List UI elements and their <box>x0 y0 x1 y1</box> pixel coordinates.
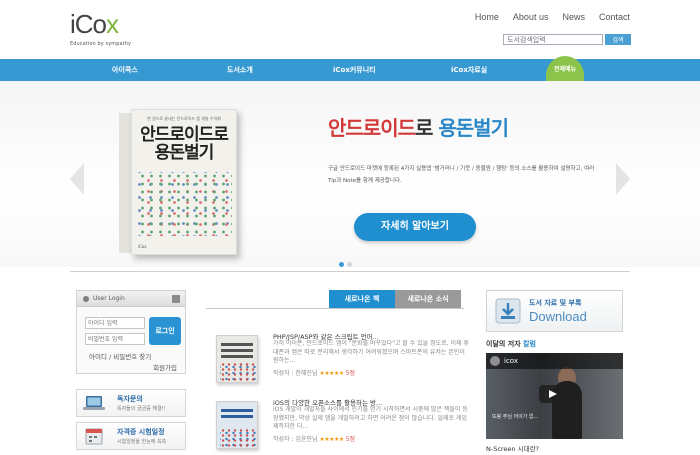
menu-item-icox[interactable]: 아이콕스 <box>112 59 138 81</box>
tab-new-news[interactable]: 새로나온 소식 <box>395 290 461 308</box>
banner-title: 안드로이드로 용돈벌기 <box>328 116 509 140</box>
search-bar: 검색 <box>503 34 631 45</box>
nav-news[interactable]: News <box>562 12 585 22</box>
thumb-line <box>221 355 253 358</box>
video-channel-name: icox <box>504 357 519 365</box>
video-title-bar: icox <box>486 353 623 369</box>
download-label: Download <box>529 309 587 324</box>
play-icon[interactable] <box>539 385 565 403</box>
star-rating-icon: ★★★★★ <box>319 436 344 443</box>
video-subtitle: 또봉 주님 어이가 없... <box>492 414 539 420</box>
login-password-input[interactable] <box>85 333 145 345</box>
logo-wordmark: iCox <box>70 9 119 39</box>
exam-schedule-sub: 시험일정을 한눈에 쏙쏙 <box>117 439 167 445</box>
banner-book-cover[interactable]: 한 권으로 끝내는 안드로이드 앱 개발 수익화 안드로이드로 용돈벌기 iCo… <box>119 109 237 259</box>
banner-description: 구글 안드로이드 마켓에 등록된 4가지 실용앱 '범거러니 / 기웃 / 동물… <box>328 166 595 184</box>
book-publisher: iCox <box>138 244 147 249</box>
thumb-pattern <box>220 428 256 448</box>
banner-dot-2[interactable] <box>347 262 352 267</box>
find-account-link[interactable]: 아이디 / 비밀번호 찾기 <box>89 351 151 361</box>
learn-more-button[interactable]: 자세히 알아보기 <box>354 213 476 241</box>
logo[interactable]: iCox Education by sympathy <box>70 10 131 47</box>
main-menu: 아이콕스 도서소개 iCox커뮤니티 iCox자료실 <box>0 59 700 81</box>
nav-contact[interactable]: Contact <box>599 12 630 22</box>
book-front: 한 권으로 끝내는 안드로이드 앱 개발 수익화 안드로이드로 용돈벌기 iCo… <box>131 109 237 255</box>
banner-next-arrow-icon[interactable] <box>616 163 630 195</box>
book-cover-top-text: 한 권으로 끝내는 안드로이드 앱 개발 수익화 <box>147 116 221 121</box>
exam-schedule-box[interactable]: 자격증 시험일정 시험일정을 한눈에 쏙쏙 <box>76 422 186 450</box>
book-author: 작성자 : 한혜진님 <box>273 370 318 377</box>
reader-inquiry-box[interactable]: 독자문의 독자들의 궁금증 해결!! <box>76 389 186 417</box>
nav-home[interactable]: Home <box>475 12 499 22</box>
list-item[interactable]: PHP/JSP/ASP와 같은 스크립트 언어... 가히 아이폰, 안드로이드… <box>206 331 472 391</box>
list-item[interactable]: iOS의 다양한 오픈소스를 활용하는 방... iOS 개발이 개발자들 사이… <box>206 397 472 455</box>
search-button[interactable]: 검색 <box>605 34 631 45</box>
login-header-label: User Login <box>93 295 125 302</box>
thumb-line <box>221 415 253 418</box>
login-box: User Login 로그인 아이디 / 비밀번호 찾기 회원가입 <box>76 290 186 374</box>
book-score: 5점 <box>345 370 356 377</box>
login-header: User Login <box>77 291 185 307</box>
download-box[interactable]: 도서 자료 및 부록 Download <box>486 290 623 332</box>
exam-schedule-title: 자격증 시험일정 <box>117 428 165 436</box>
menu-item-community[interactable]: iCox커뮤니티 <box>333 59 376 81</box>
book-description: 가히 아이폰, 안드로이드 앱이 "문화를 바꾸었다"고 할 수 있을 정도로,… <box>273 340 469 364</box>
login-id-input[interactable] <box>85 317 145 329</box>
top-nav: Home About us News Contact <box>475 12 630 22</box>
banner-dot-1[interactable] <box>339 262 344 267</box>
banner-pagination <box>339 262 352 267</box>
login-button[interactable]: 로그인 <box>149 317 181 345</box>
logo-tagline: Education by sympathy <box>70 41 132 47</box>
video-caption[interactable]: N-Screen 시대란? <box>486 443 539 453</box>
tab-underline <box>206 308 464 309</box>
menu-item-books[interactable]: 도서소개 <box>227 59 253 81</box>
signup-link[interactable]: 회원가입 <box>153 362 177 372</box>
book-description: iOS 개발이 개발자들 사이에서 인기를 얻기 시작하면서 시중에 많은 책들… <box>273 406 468 430</box>
download-title: 도서 자료 및 부록 <box>529 299 582 307</box>
book-thumbnail[interactable] <box>216 335 258 383</box>
search-input[interactable] <box>503 34 603 45</box>
book-cover-title-1: 안드로이드로 <box>140 125 229 145</box>
star-rating-icon: ★★★★★ <box>319 370 344 377</box>
book-meta: 작성자 : 한혜진님 ★★★★★ 5점 <box>273 368 355 377</box>
author-video[interactable]: icox 또봉 주님 어이가 없... <box>486 353 623 439</box>
book-score: 5점 <box>345 436 356 443</box>
section-divider <box>70 271 630 272</box>
thumb-line <box>221 349 253 352</box>
book-thumbnail[interactable] <box>216 401 258 449</box>
book-meta: 작성자 : 김윤민님 ★★★★★ 5점 <box>273 434 355 443</box>
book-cover-title-2: 용돈벌기 <box>154 143 215 163</box>
book-author: 작성자 : 김윤민님 <box>273 436 318 443</box>
book-tabs: 새로나온 책 새로나온 소식 <box>329 290 461 308</box>
download-icon <box>495 298 521 324</box>
menu-item-archive[interactable]: iCox자료실 <box>451 59 487 81</box>
author-column-heading: 이달의 저자 칼럼 <box>486 340 536 348</box>
book-cover-pattern <box>138 172 232 236</box>
reader-inquiry-title: 독자문의 <box>117 395 143 403</box>
channel-avatar-icon <box>490 356 500 366</box>
thumb-line <box>221 343 253 346</box>
minimize-icon[interactable] <box>172 295 180 303</box>
calendar-icon <box>85 428 103 445</box>
reader-inquiry-sub: 독자들의 궁금증 해결!! <box>117 406 166 412</box>
thumb-line <box>221 409 253 412</box>
tab-new-books[interactable]: 새로나온 책 <box>329 290 395 308</box>
nav-about[interactable]: About us <box>513 12 549 22</box>
user-icon <box>83 296 89 302</box>
thumb-pattern <box>220 362 256 382</box>
laptop-icon <box>83 396 105 410</box>
banner-prev-arrow-icon[interactable] <box>70 163 84 195</box>
